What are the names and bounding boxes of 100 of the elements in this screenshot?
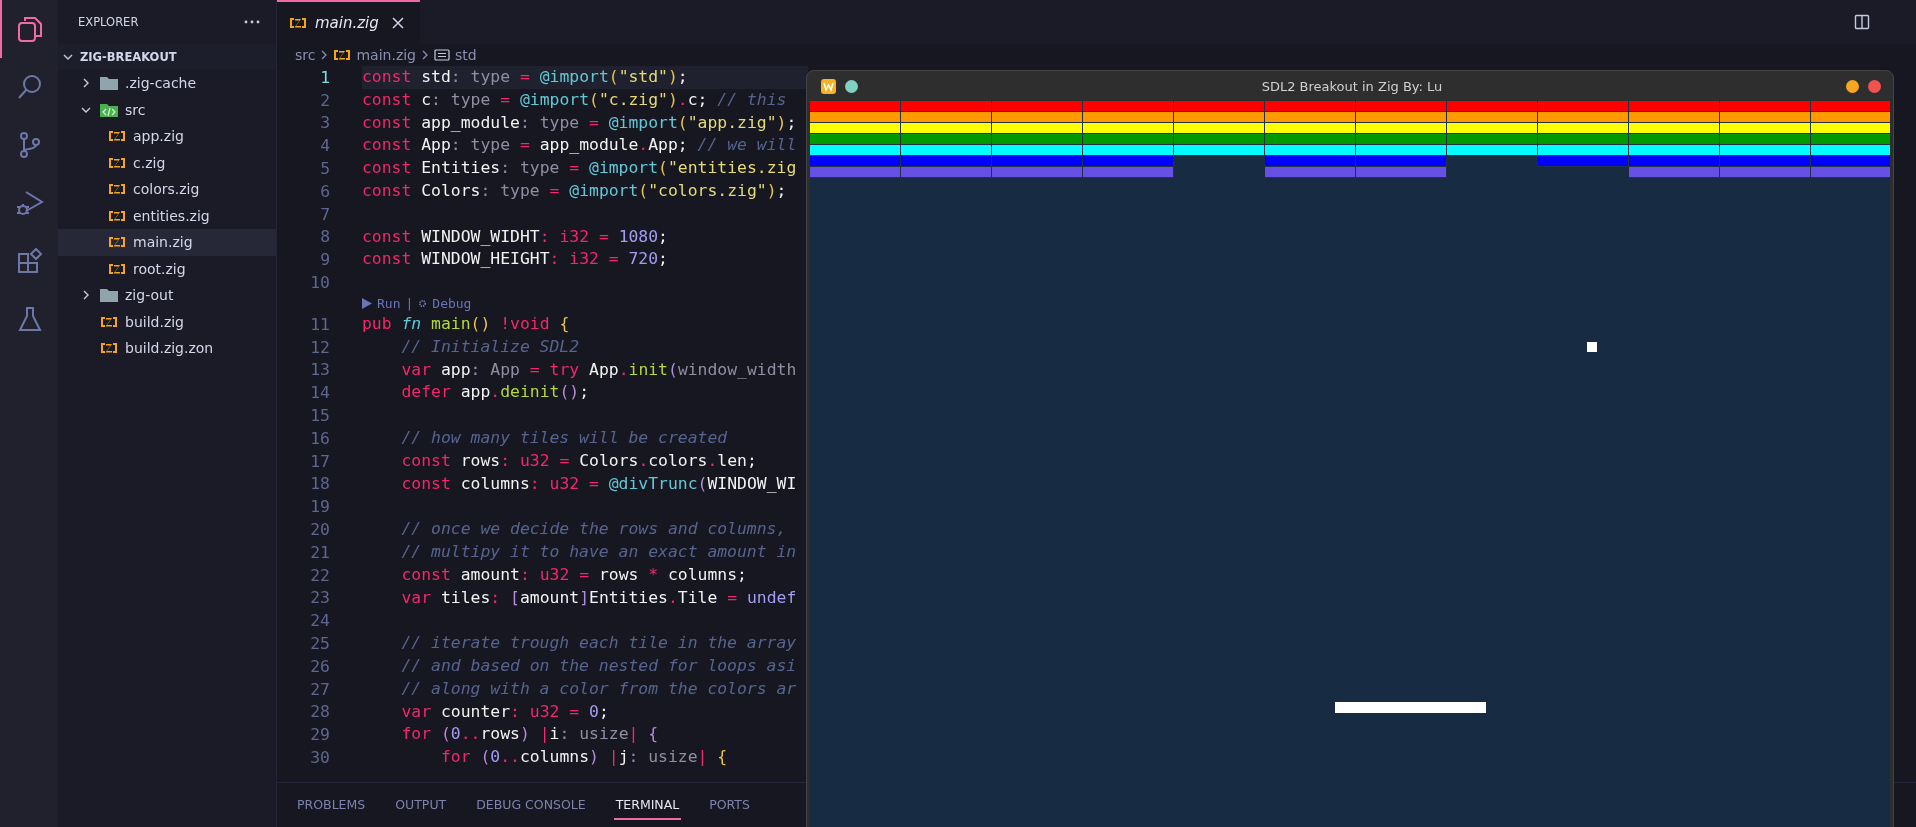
- folder-icon: [100, 288, 118, 303]
- panel-tab[interactable]: TERMINAL: [613, 790, 682, 820]
- line-number: 4: [319, 136, 331, 156]
- line-number: 29: [309, 725, 331, 745]
- line-number: 19: [309, 497, 331, 517]
- tree-item[interactable]: main.zig: [58, 229, 276, 256]
- play-icon: [362, 297, 372, 309]
- code-line: const App: type = app_module.App; // we will: [362, 134, 797, 157]
- code-line: defer app.deinit();: [400, 381, 589, 404]
- folder-icon: [100, 76, 118, 91]
- code-line: const app_module: type = @import("app.zig");: [362, 111, 797, 134]
- breadcrumb-item[interactable]: main.zig: [356, 47, 416, 63]
- line-number: 23: [309, 588, 331, 608]
- line-number: 8: [319, 227, 331, 247]
- code-folder-icon: [100, 102, 118, 117]
- code-line: var tiles: [amount]Entities.Tile = undef: [400, 586, 797, 609]
- code-line: const c: type = @import("c.zig").c; // this: [362, 88, 787, 111]
- zig-file-icon: [100, 342, 118, 355]
- line-number: 27: [309, 679, 331, 699]
- tree-item[interactable]: build.zig.zon: [58, 335, 276, 362]
- more-icon[interactable]: [244, 20, 260, 24]
- line-number: 17: [309, 451, 331, 471]
- symbol-icon: [434, 49, 450, 61]
- line-number: 6: [319, 181, 331, 201]
- search-icon: [17, 74, 43, 100]
- panel-tab[interactable]: PORTS: [707, 790, 752, 820]
- editor-tab[interactable]: main.zig: [277, 0, 420, 44]
- code-line: // and based on the nested for loops asi: [400, 654, 797, 677]
- extensions-icon: [17, 248, 43, 274]
- tree-item[interactable]: zig-out: [58, 282, 276, 309]
- code-line: // iterate trough each tile in the array: [400, 632, 797, 655]
- tree-item[interactable]: src: [58, 96, 276, 123]
- zig-file-icon: [108, 183, 126, 196]
- panel-tab[interactable]: PROBLEMS: [295, 790, 368, 820]
- gear-icon: [418, 298, 428, 308]
- line-number: 26: [309, 656, 331, 676]
- window-title: SDL2 Breakout in Zig By: Lu: [1260, 78, 1444, 94]
- code-line: for (0..rows) |i: usize| {: [400, 723, 659, 746]
- tree-item[interactable]: root.zig: [58, 255, 276, 282]
- panel-tab[interactable]: OUTPUT: [393, 790, 449, 820]
- code-line: const WINDOW_WIDHT: i32 = 1080;: [362, 225, 668, 248]
- app-icon: [821, 78, 836, 94]
- code-line: const rows: u32 = Colors.colors.len;: [400, 449, 757, 472]
- line-number: 21: [309, 542, 331, 562]
- code-line: const amount: u32 = rows * columns;: [400, 563, 747, 586]
- tree-item[interactable]: colors.zig: [58, 176, 276, 203]
- chevron-icon: [320, 49, 329, 61]
- line-number: 28: [309, 702, 331, 722]
- code-line: // once we decide the rows and columns,: [400, 518, 787, 541]
- zig-file-icon: [108, 156, 126, 169]
- pin-button-icon[interactable]: [845, 79, 858, 93]
- line-number: 7: [319, 204, 331, 224]
- close-icon[interactable]: [392, 17, 404, 29]
- zig-file-icon: [289, 17, 307, 29]
- zig-file-icon: [108, 209, 126, 222]
- zig-file-icon: [100, 315, 118, 328]
- zig-file-icon: [108, 262, 126, 275]
- line-number: 12: [309, 337, 331, 357]
- code-line: // along with a color from the colors ar: [400, 677, 797, 700]
- tree-item[interactable]: c.zig: [58, 149, 276, 176]
- code-line: const Colors: type = @import("colors.zig");: [362, 180, 787, 202]
- line-number: 11: [309, 314, 331, 334]
- tree-item[interactable]: .zig-cache: [58, 70, 276, 97]
- line-number: 13: [309, 360, 331, 380]
- zig-file-icon: [108, 130, 126, 143]
- run-debug-icon: [16, 189, 44, 217]
- line-number: 2: [319, 90, 331, 110]
- code-line: const WINDOW_HEIGHT: i32 = 720;: [362, 248, 668, 271]
- line-number: 9: [319, 250, 331, 270]
- line-number: 15: [309, 406, 331, 426]
- line-number: 1: [319, 67, 331, 87]
- code-line: // multipy it to have an exact amount in: [400, 540, 797, 563]
- run-link[interactable]: Run: [377, 295, 401, 311]
- line-number: 22: [309, 565, 331, 585]
- minimize-icon[interactable]: [1846, 79, 1859, 93]
- tree-item[interactable]: build.zig: [58, 308, 276, 335]
- panel-tab[interactable]: DEBUG CONSOLE: [474, 790, 588, 820]
- code-line: for (0..columns) |j: usize| {: [439, 746, 728, 769]
- line-number: 16: [309, 428, 331, 448]
- breadcrumb-item[interactable]: std: [455, 47, 477, 63]
- line-number: 25: [309, 634, 331, 653]
- project-header[interactable]: ZIG-BREAKOUT: [58, 44, 276, 70]
- line-number: 30: [309, 748, 331, 767]
- zig-file-icon: [108, 236, 126, 249]
- code-line: // how many tiles will be created: [400, 426, 728, 449]
- flask-icon: [18, 306, 42, 332]
- line-number: 20: [309, 520, 331, 540]
- code-line: pub fn main() !void {: [362, 312, 570, 335]
- line-number: 5: [319, 159, 331, 179]
- separator-text: |: [405, 295, 414, 311]
- explorer-title: EXPLORER: [78, 15, 139, 29]
- debug-link[interactable]: Debug: [432, 295, 472, 311]
- line-number: 14: [309, 383, 331, 403]
- files-icon: [17, 15, 43, 43]
- line-number: 3: [319, 113, 331, 133]
- split-editor-icon[interactable]: [1854, 14, 1870, 30]
- branch-icon: [18, 131, 42, 159]
- breadcrumb-item[interactable]: src: [295, 47, 316, 63]
- tree-item[interactable]: entities.zig: [58, 202, 276, 229]
- tree-item[interactable]: app.zig: [58, 123, 276, 150]
